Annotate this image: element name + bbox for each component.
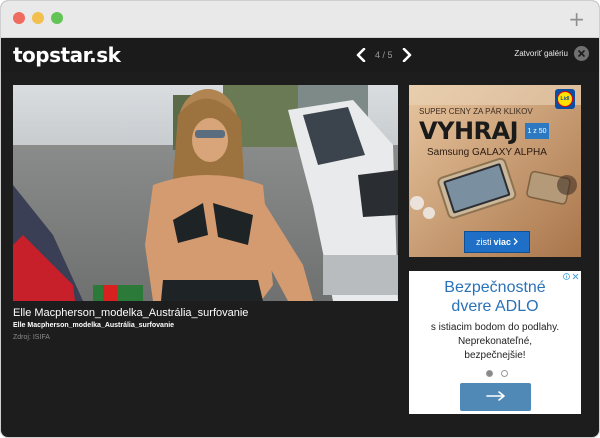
photo-source: Zdroj: ISIFA	[13, 334, 50, 341]
adlo-title-line1: Bezpečnostné	[444, 279, 546, 296]
arrow-right-icon	[485, 388, 506, 406]
close-icon	[574, 46, 589, 61]
photo-title: Elle Macpherson_modelka_Austrália_surfov…	[13, 307, 249, 319]
maximize-window-button[interactable]	[51, 12, 63, 24]
gallery-nav: 4 / 5	[353, 47, 415, 63]
new-tab-button[interactable]: +	[568, 7, 585, 31]
lidl-headline: SUPER CENY ZA PÁR KLIKOV	[419, 107, 533, 116]
next-arrow-icon[interactable]	[399, 47, 415, 63]
adlo-title: Bezpečnostné dvere ADLO	[409, 278, 581, 316]
photo-subtitle: Elle Macpherson_modelka_Austrália_surfov…	[13, 322, 175, 329]
lidl-badge: 1 z 50	[525, 123, 549, 139]
browser-window: + topstar.sk 4 / 5 Zatvoriť galériu Elle…	[0, 0, 600, 438]
lidl-logo-text: Lidl	[557, 91, 573, 107]
gallery-photo[interactable]	[13, 85, 398, 301]
adlo-body: s istiacim bodom do podlahy. Neprekonate…	[409, 321, 581, 363]
lidl-logo-icon: Lidl	[555, 89, 575, 109]
gallery-header: topstar.sk 4 / 5 Zatvoriť galériu	[1, 38, 599, 72]
carousel-dot[interactable]	[501, 370, 508, 377]
lidl-cta-bold: viac	[493, 237, 512, 247]
adlo-body-line2: Neprekonateľné,	[457, 336, 533, 347]
carousel-dots	[486, 370, 508, 377]
chevron-right-icon	[513, 237, 518, 247]
adlo-body-line1: s istiacim bodom do podlahy.	[430, 322, 560, 333]
close-window-button[interactable]	[13, 12, 25, 24]
adlo-body-line3: bezpečnejšie!	[464, 350, 526, 361]
lidl-cta-button[interactable]: zisti viac	[464, 231, 530, 253]
adlo-next-button[interactable]	[460, 383, 531, 411]
gallery-counter: 4 / 5	[375, 50, 393, 60]
browser-titlebar: +	[1, 1, 599, 38]
close-gallery-label: Zatvoriť galériu	[514, 49, 568, 58]
carousel-dot[interactable]	[486, 370, 493, 377]
close-gallery-button[interactable]: Zatvoriť galériu	[514, 46, 589, 61]
minimize-window-button[interactable]	[32, 12, 44, 24]
adlo-title-line2: dvere ADLO	[451, 298, 539, 315]
lidl-big-text: VYHRAJ	[419, 117, 519, 145]
lidl-ad-banner[interactable]: Lidl SUPER CENY ZA PÁR KLIKOV VYHRAJ 1 z…	[409, 85, 581, 257]
lidl-product: Samsung GALAXY ALPHA	[427, 147, 547, 158]
previous-arrow-icon[interactable]	[353, 47, 369, 63]
lidl-cta-prefix: zisti	[475, 237, 492, 247]
site-logo[interactable]: topstar.sk	[13, 43, 121, 67]
adlo-ad-banner[interactable]: Bezpečnostné dvere ADLO s istiacim bodom…	[409, 271, 581, 414]
